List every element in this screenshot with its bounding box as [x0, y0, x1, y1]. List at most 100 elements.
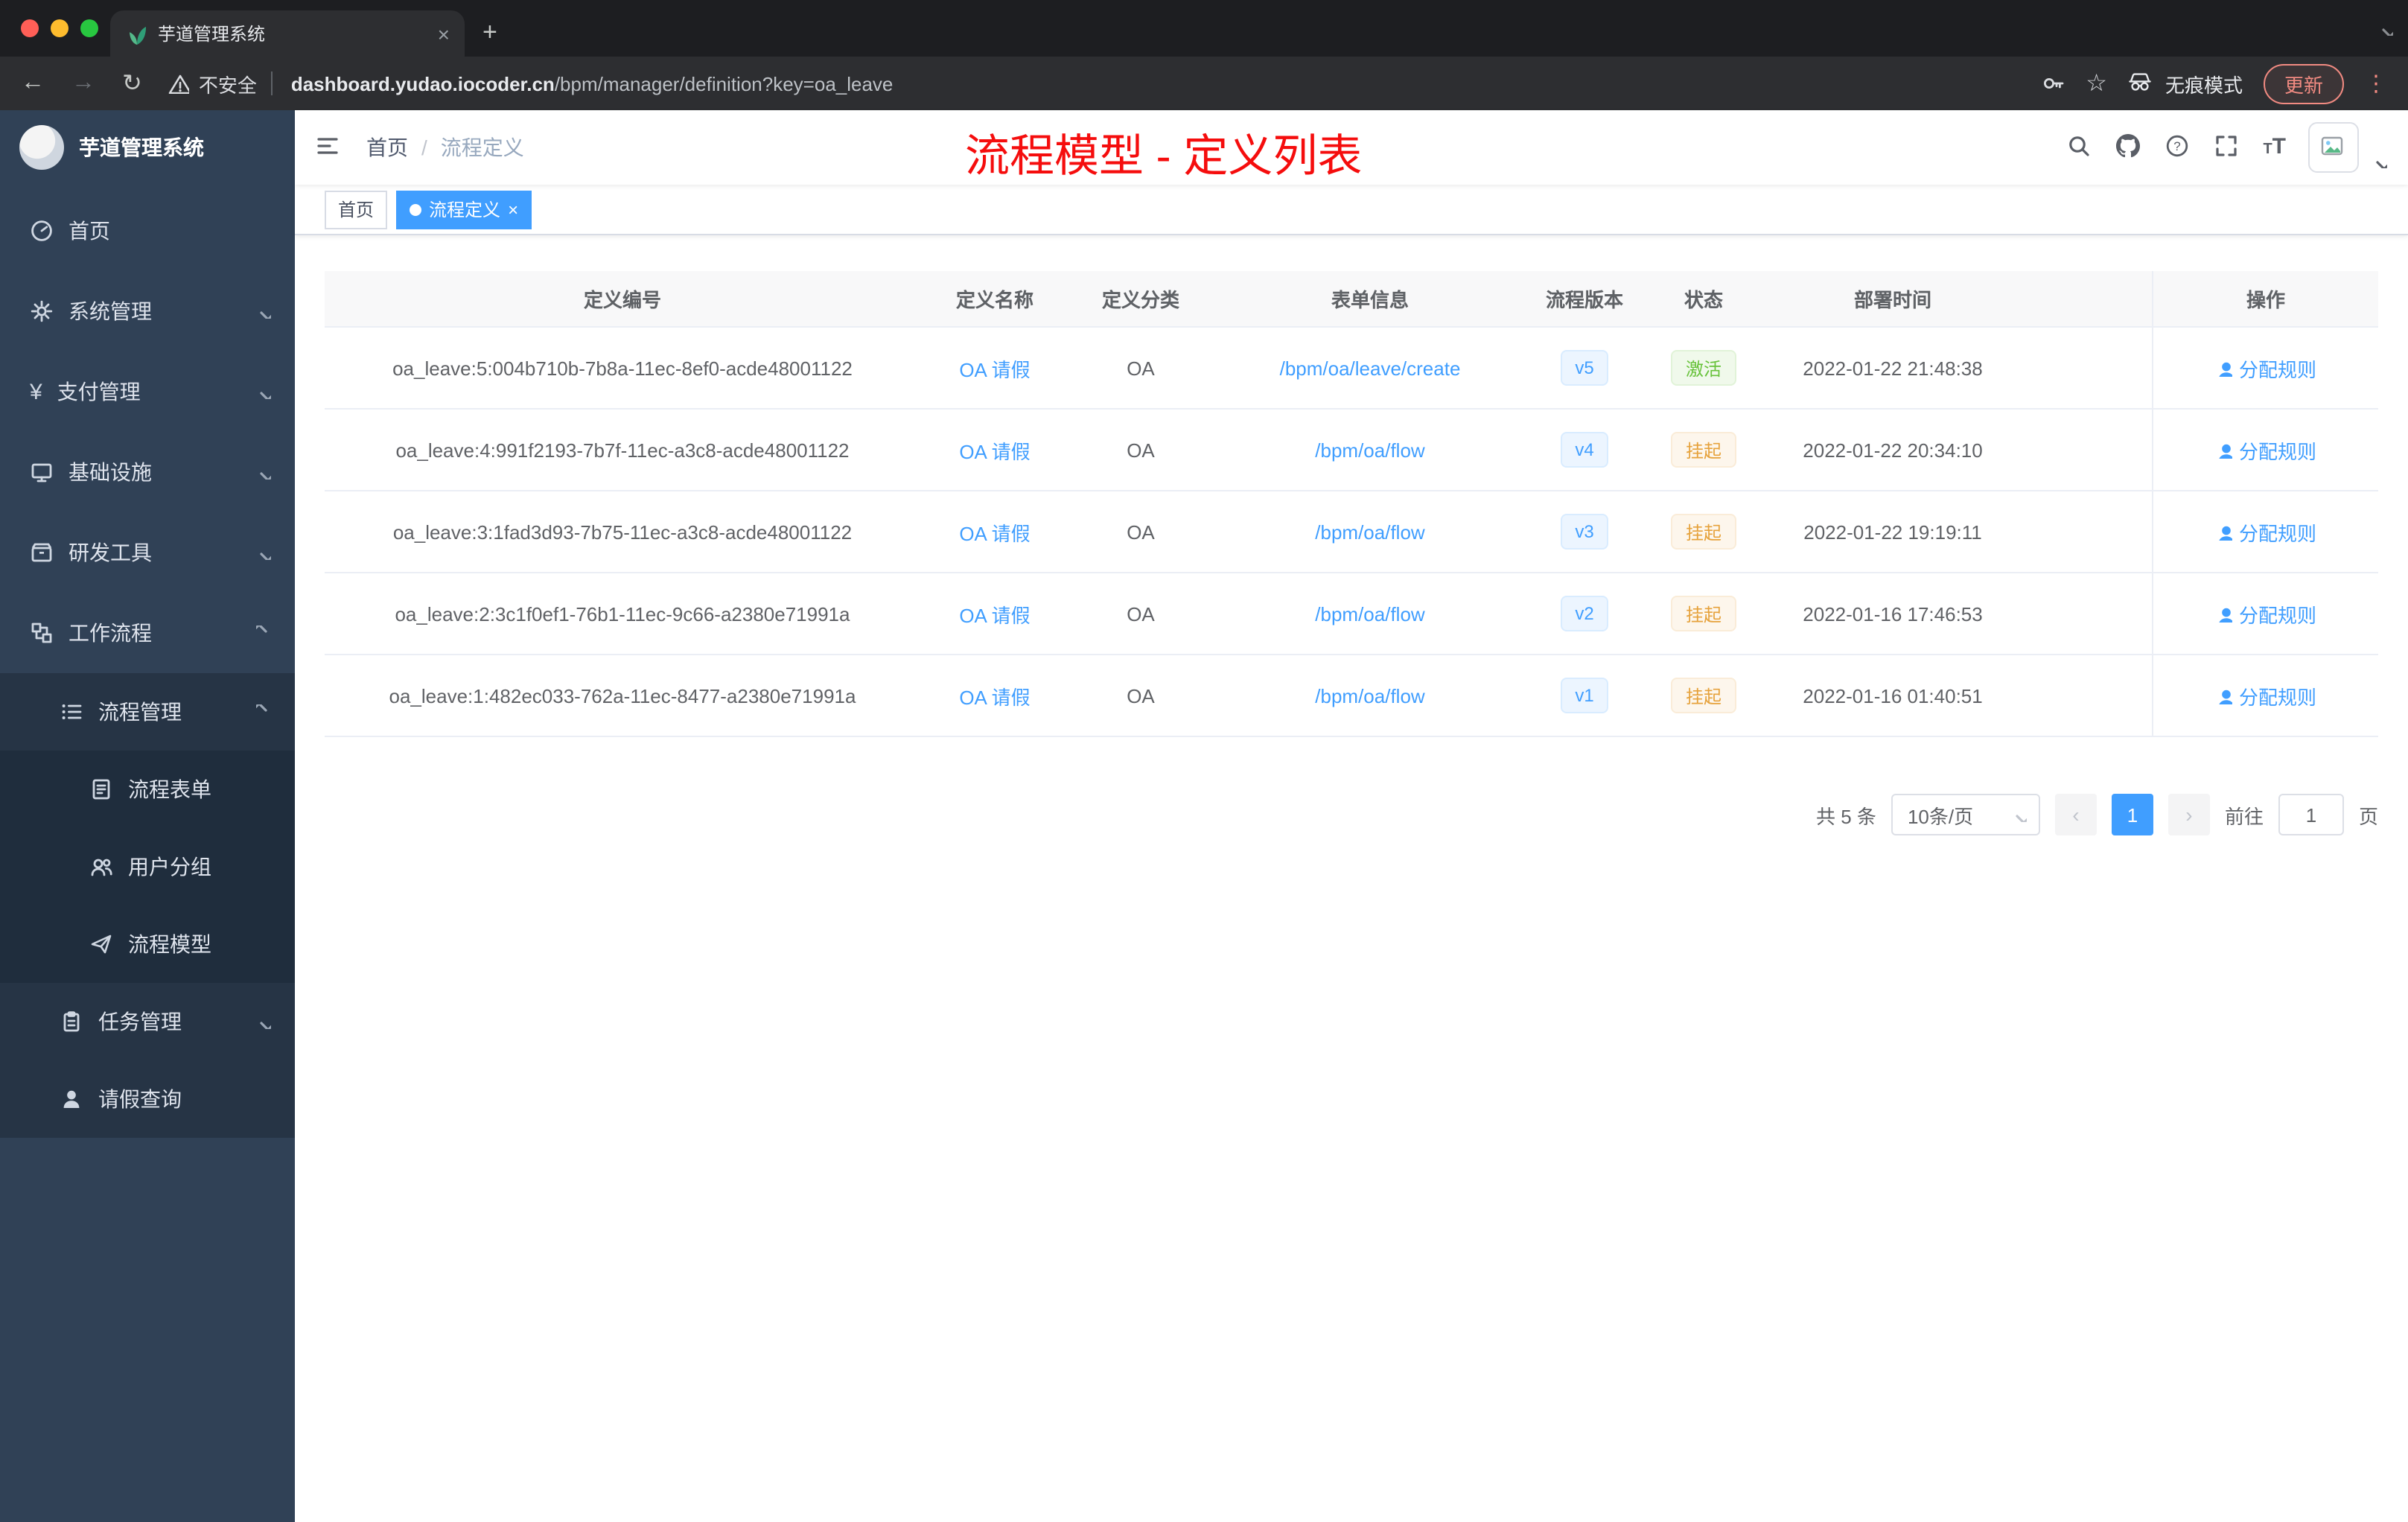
prev-page-button[interactable]: ‹ [2054, 794, 2097, 835]
form-link[interactable]: /bpm/oa/leave/create [1280, 357, 1461, 379]
goto-label: 前往 [2224, 805, 2264, 827]
sidebar-item-workflow[interactable]: 工作流程 [0, 593, 295, 673]
form-link[interactable]: /bpm/oa/flow [1315, 684, 1424, 707]
definition-name-link[interactable]: OA 请假 [959, 436, 1030, 464]
security-indicator[interactable]: 不安全 [169, 69, 257, 98]
person-icon [63, 1090, 80, 1108]
column-header: 定义编号 [583, 289, 661, 311]
toolbar-right: ☆ 无痕模式 更新 ⋮ [2041, 63, 2387, 104]
minimize-window-button[interactable] [51, 19, 69, 37]
person-icon [2219, 690, 2233, 704]
form-link[interactable]: /bpm/oa/flow [1315, 520, 1424, 543]
chevron-up-icon [256, 625, 267, 633]
reload-button[interactable]: ↻ [122, 69, 142, 98]
sidebar-item-process-form[interactable]: 流程表单 [0, 751, 295, 828]
assign-rule-link[interactable]: 分配规则 [2215, 354, 2316, 382]
assign-rule-link[interactable]: 分配规则 [2215, 436, 2316, 464]
zoom-window-button[interactable] [80, 19, 98, 37]
sidebar-item-process-mgmt[interactable]: 流程管理 [0, 673, 295, 751]
assign-rule-link[interactable]: 分配规则 [2215, 681, 2316, 710]
next-page-button[interactable]: › [2167, 794, 2210, 835]
version-tag: v1 [1560, 678, 1609, 713]
page-1-button[interactable]: 1 [2111, 794, 2153, 835]
app-logo [19, 125, 64, 170]
tag-close-icon[interactable]: × [508, 199, 518, 220]
sidebar-item-task-mgmt[interactable]: 任务管理 [0, 983, 295, 1060]
forward-button[interactable]: → [71, 70, 95, 97]
help-icon[interactable] [2165, 134, 2191, 161]
table-row: oa_leave:3:1fad3d93-7b75-11ec-a3c8-acde4… [325, 491, 2378, 573]
close-window-button[interactable] [21, 19, 39, 37]
tag-home[interactable]: 首页 [325, 190, 388, 229]
sidebar-item-infrastructure[interactable]: 基础设施 [0, 432, 295, 512]
assign-rule-link[interactable]: 分配规则 [2215, 599, 2316, 628]
tab-close-icon[interactable]: × [438, 22, 450, 45]
incognito-icon [2129, 73, 2151, 91]
monitor-icon [31, 463, 52, 483]
font-size-icon[interactable]: TT [2263, 134, 2286, 161]
user-avatar[interactable] [2308, 122, 2359, 173]
form-link[interactable]: /bpm/oa/flow [1315, 439, 1424, 461]
breadcrumb-home[interactable]: 首页 [366, 133, 408, 162]
new-tab-button[interactable]: + [482, 18, 497, 48]
incognito-label: 无痕模式 [2165, 74, 2243, 96]
definition-category: OA [1127, 357, 1155, 379]
chevron-up-icon [256, 704, 267, 712]
sidebar-toggle-icon[interactable] [316, 134, 343, 161]
back-button[interactable]: ← [21, 70, 45, 97]
person-icon [2219, 444, 2233, 459]
browser-toolbar: ← → ↻ 不安全 dashboard.yudao.iocoder.cn/bpm… [0, 57, 2408, 110]
status-tag: 挂起 [1670, 678, 1736, 713]
definition-id: oa_leave:3:1fad3d93-7b75-11ec-a3c8-acde4… [392, 520, 853, 543]
favicon-leaf-icon [130, 26, 146, 44]
goto-page-input[interactable] [2278, 794, 2344, 835]
definition-category: OA [1127, 684, 1155, 707]
column-header: 部署时间 [1853, 289, 1931, 311]
yen-icon: ¥ [30, 379, 42, 404]
table-row: oa_leave:2:3c1f0ef1-76b1-11ec-9c66-a2380… [325, 573, 2378, 655]
tab-search-chevron-icon[interactable] [2378, 21, 2393, 36]
definition-id: oa_leave:1:482ec033-762a-11ec-8477-a2380… [389, 684, 856, 707]
version-tag: v2 [1560, 596, 1609, 631]
person-icon [2219, 362, 2233, 377]
sidebar-item-process-model[interactable]: 流程模型 [0, 905, 295, 983]
browser-tab[interactable]: 芋道管理系统 × [110, 10, 465, 57]
definition-name-link[interactable]: OA 请假 [959, 599, 1030, 628]
app-window: 芋道管理系统 首页 系统管理 ¥ 支付管理 基础设施 研发工具 工作流程 流程管… [0, 110, 2408, 1522]
fullscreen-icon[interactable] [2214, 134, 2240, 161]
password-key-icon[interactable] [2041, 71, 2065, 95]
definition-id: oa_leave:5:004b710b-7b8a-11ec-8ef0-acde4… [392, 357, 853, 379]
github-icon[interactable] [2115, 134, 2142, 161]
column-header: 表单信息 [1331, 289, 1409, 311]
browser-tabstrip: 芋道管理系统 × + [0, 0, 2408, 57]
browser-menu-icon[interactable]: ⋮ [2365, 70, 2387, 97]
search-icon[interactable] [2066, 134, 2093, 161]
clipboard-icon [63, 1011, 80, 1032]
update-button[interactable]: 更新 [2263, 63, 2344, 104]
sidebar-item-system-mgmt[interactable]: 系统管理 [0, 271, 295, 351]
address-bar[interactable]: dashboard.yudao.iocoder.cn/bpm/manager/d… [291, 72, 2041, 95]
sidebar-item-dev-tools[interactable]: 研发工具 [0, 512, 295, 593]
assign-rule-link[interactable]: 分配规则 [2215, 518, 2316, 546]
table-row: oa_leave:1:482ec033-762a-11ec-8477-a2380… [325, 655, 2378, 737]
list-icon [61, 703, 82, 721]
url-path: /bpm/manager/definition?key=oa_leave [554, 72, 894, 95]
sidebar-item-leave-query[interactable]: 请假查询 [0, 1060, 295, 1138]
form-link[interactable]: /bpm/oa/flow [1315, 602, 1424, 625]
sidebar-item-user-group[interactable]: 用户分组 [0, 828, 295, 905]
chevron-down-icon [260, 553, 271, 560]
deploy-time: 2022-01-16 01:40:51 [1803, 684, 1983, 707]
breadcrumb-separator: / [421, 136, 427, 159]
definition-name-link[interactable]: OA 请假 [959, 681, 1030, 710]
definition-name-link[interactable]: OA 请假 [959, 518, 1030, 546]
tag-process-definition[interactable]: 流程定义 × [396, 190, 532, 229]
chevron-down-icon [260, 392, 271, 399]
sidebar-item-payment-mgmt[interactable]: ¥ 支付管理 [0, 351, 295, 432]
table-header-row: 定义编号 定义名称 定义分类 表单信息 流程版本 状态 部署时间 操作 [325, 271, 2378, 328]
sidebar-item-home[interactable]: 首页 [0, 191, 295, 271]
avatar-dropdown-chevron-icon[interactable] [2372, 153, 2387, 168]
url-separator [271, 71, 273, 95]
definition-name-link[interactable]: OA 请假 [959, 354, 1030, 382]
bookmark-star-icon[interactable]: ☆ [2086, 69, 2107, 98]
page-size-select[interactable]: 10条/页 [1891, 794, 2040, 835]
